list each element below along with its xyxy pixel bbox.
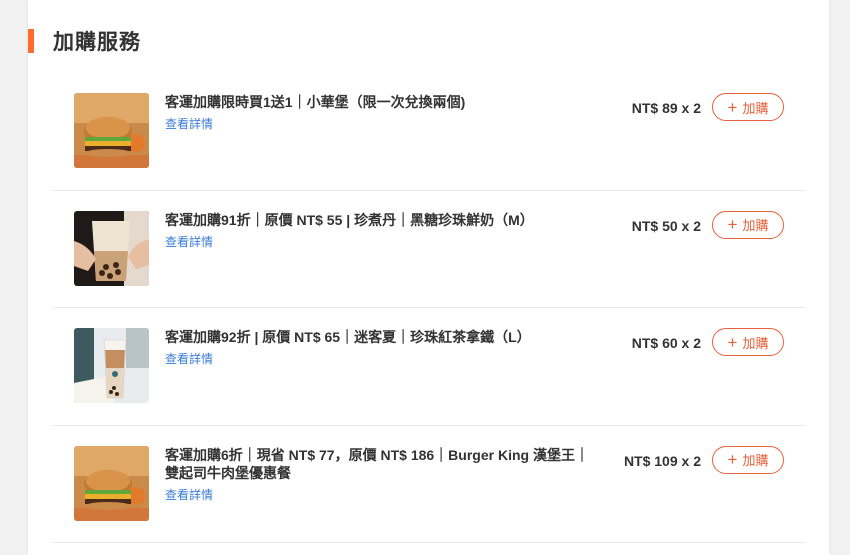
addon-services-card: 加購服務 客運加購限時買1送1｜小華堡（限一次兌換兩個) 查看詳情 NT$ 89…: [28, 0, 829, 555]
view-details-link[interactable]: 查看詳情: [165, 486, 213, 503]
view-details-link[interactable]: 查看詳情: [165, 350, 213, 367]
add-button-label: 加購: [742, 100, 769, 116]
addon-item: 客運加購6折｜現省 NT$ 77，原價 NT$ 186｜Burger King …: [53, 426, 805, 543]
item-name: 客運加購6折｜現省 NT$ 77，原價 NT$ 186｜Burger King …: [165, 446, 589, 481]
item-name: 客運加購91折｜原價 NT$ 55 | 珍煮丹｜黑糖珍珠鮮奶（M）: [165, 211, 534, 228]
add-purchase-button[interactable]: + 加購: [712, 210, 784, 239]
item-price: NT$ 109 x 2: [623, 452, 701, 469]
addon-list: 客運加購限時買1送1｜小華堡（限一次兌換兩個) 查看詳情 NT$ 89 x 2 …: [53, 73, 805, 543]
tea-latte-image: [74, 328, 149, 403]
add-purchase-button[interactable]: + 加購: [712, 93, 784, 121]
addon-item: 客運加購91折｜原價 NT$ 55 | 珍煮丹｜黑糖珍珠鮮奶（M） 查看詳情 N…: [53, 191, 805, 308]
add-button-label: 加購: [742, 453, 769, 468]
add-purchase-button[interactable]: + 加購: [712, 328, 784, 356]
burger-image: [74, 445, 149, 521]
plus-icon: +: [727, 215, 738, 234]
view-details-link[interactable]: 查看詳情: [165, 233, 213, 250]
section-header: 加購服務: [28, 28, 141, 54]
burger-image: [74, 93, 149, 168]
view-details-link[interactable]: 查看詳情: [165, 115, 213, 132]
add-purchase-button[interactable]: + 加購: [712, 445, 784, 474]
milk-tea-image: [74, 210, 149, 286]
item-price: NT$ 89 x 2: [631, 100, 701, 116]
plus-icon: +: [727, 332, 738, 352]
section-title: 加購服務: [53, 31, 141, 54]
add-button-label: 加購: [742, 218, 769, 233]
plus-icon: +: [727, 450, 738, 469]
section-accent-bar: [28, 29, 34, 53]
item-price: NT$ 60 x 2: [631, 335, 701, 351]
item-name: 客運加購92折 | 原價 NT$ 65｜迷客夏｜珍珠紅茶拿鐵（L）: [165, 329, 531, 345]
item-name: 客運加購限時買1送1｜小華堡（限一次兌換兩個): [165, 94, 466, 110]
plus-icon: +: [727, 97, 738, 117]
item-price: NT$ 50 x 2: [631, 217, 701, 234]
addon-item: 客運加購限時買1送1｜小華堡（限一次兌換兩個) 查看詳情 NT$ 89 x 2 …: [53, 73, 805, 191]
add-button-label: 加購: [742, 335, 769, 351]
addon-item: 客運加購92折 | 原價 NT$ 65｜迷客夏｜珍珠紅茶拿鐵（L） 查看詳情 N…: [53, 308, 805, 426]
